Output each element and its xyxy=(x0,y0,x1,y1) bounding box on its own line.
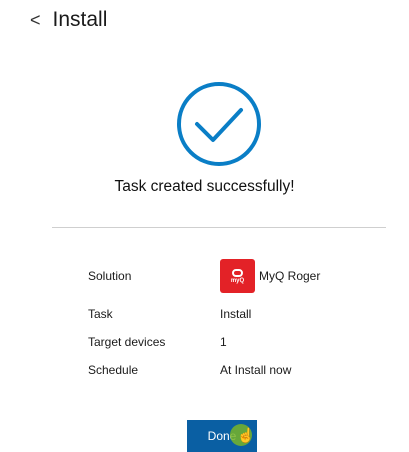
detail-row-task: Task Install xyxy=(88,306,251,322)
detail-row-target-devices: Target devices 1 xyxy=(88,334,227,350)
back-chevron-icon[interactable]: < xyxy=(30,11,41,29)
success-message: Task created successfully! xyxy=(114,178,295,195)
detail-label: Schedule xyxy=(88,363,139,377)
detail-value: Install xyxy=(220,307,252,321)
detail-row-schedule: Schedule At Install now xyxy=(88,362,291,378)
page-title: Install xyxy=(52,8,108,31)
divider xyxy=(52,227,386,228)
detail-value: At Install now xyxy=(220,363,292,377)
detail-row-solution: Solution myQ MyQ Roger xyxy=(88,259,320,293)
logo-text: myQ xyxy=(230,277,245,284)
detail-value: MyQ Roger xyxy=(259,269,321,283)
detail-label: Task xyxy=(88,307,113,321)
myq-logo-icon: myQ xyxy=(220,259,255,293)
page-header: < Install xyxy=(30,6,107,34)
detail-value: 1 xyxy=(220,335,227,349)
hand-cursor-icon: ☝ xyxy=(237,427,255,443)
check-circle-icon xyxy=(177,82,261,166)
detail-label: Solution xyxy=(88,269,132,283)
detail-label: Target devices xyxy=(88,335,166,349)
